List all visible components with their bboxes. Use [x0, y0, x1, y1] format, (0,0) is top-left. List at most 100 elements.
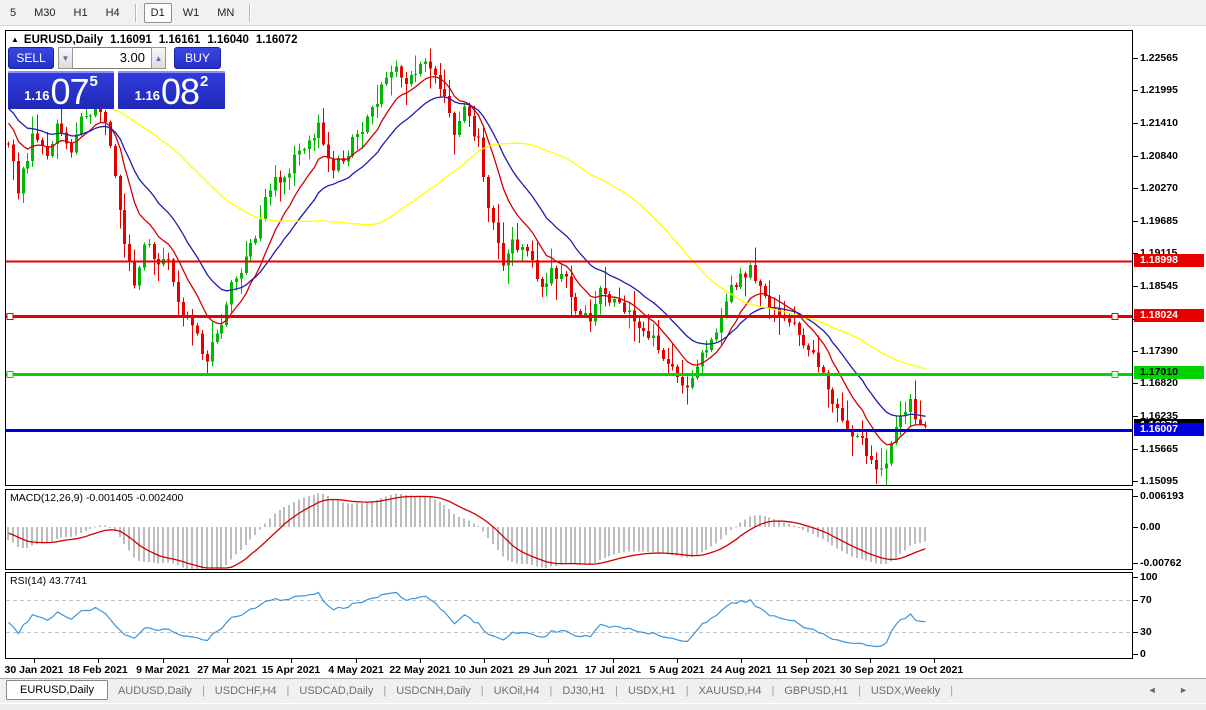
price-axis-label: 100: [1140, 571, 1158, 583]
tab-audusd-daily[interactable]: AUDUSD,Daily: [108, 682, 202, 700]
price-axis-label: 0: [1140, 648, 1146, 660]
date-axis-tick: [420, 659, 421, 663]
hline-price-flag: 1.16007: [1134, 423, 1204, 436]
sell-price-digits: 07: [50, 77, 88, 107]
sell-price-prefix: 1.16: [24, 88, 49, 103]
axis-tick-dash: [1133, 600, 1138, 601]
tab-divider: |: [950, 685, 953, 697]
timeframe-button-m30[interactable]: M30: [27, 3, 62, 23]
axis-tick-dash: [1133, 188, 1138, 189]
price-axis-label: 70: [1140, 594, 1152, 606]
tab-usdcnh-daily[interactable]: USDCNH,Daily: [386, 682, 481, 700]
axis-tick-dash: [1133, 563, 1138, 564]
hline-price-flag: 1.18024: [1134, 309, 1204, 322]
date-axis-tick: [356, 659, 357, 663]
timeframe-button-w1[interactable]: W1: [176, 3, 207, 23]
buy-price-button[interactable]: 1.16 08 2: [118, 71, 225, 109]
date-axis-label: 5 Aug 2021: [640, 664, 714, 676]
date-axis-tick: [870, 659, 871, 663]
tab-usdcad-daily[interactable]: USDCAD,Daily: [289, 682, 383, 700]
volume-increase-button[interactable]: ▲: [151, 47, 166, 69]
price-axis: 1.225651.219951.214101.208401.202701.196…: [1133, 0, 1206, 710]
chart-title: ▲ EURUSD,Daily 1.16091 1.16161 1.16040 1…: [11, 34, 297, 46]
tab-gbpusd-h1[interactable]: GBPUSD,H1: [774, 682, 858, 700]
price-axis-label: -0.00762: [1140, 557, 1181, 569]
date-axis-label: 9 Mar 2021: [126, 664, 200, 676]
axis-tick-dash: [1133, 449, 1138, 450]
date-axis-tick: [677, 659, 678, 663]
volume-input[interactable]: 3.00: [73, 47, 151, 69]
axis-tick-dash: [1133, 527, 1138, 528]
status-bar: [0, 703, 1206, 710]
volume-decrease-button[interactable]: ▼: [58, 47, 73, 69]
date-axis-tick: [741, 659, 742, 663]
rsi-chart-canvas[interactable]: [6, 573, 1132, 658]
date-axis-label: 4 May 2021: [319, 664, 393, 676]
main-chart-pane[interactable]: ▲ EURUSD,Daily 1.16091 1.16161 1.16040 1…: [5, 30, 1133, 486]
date-axis-tick: [484, 659, 485, 663]
rsi-indicator-label: RSI(14) 43.7741: [10, 575, 87, 587]
date-axis-label: 17 Jul 2021: [576, 664, 650, 676]
toolbar-separator: [135, 4, 136, 22]
timeframe-toolbar: 5M30H1H4 D1W1MN: [0, 0, 1206, 26]
macd-indicator-pane[interactable]: MACD(12,26,9) -0.001405 -0.002400: [5, 489, 1133, 570]
timeframe-button-h4[interactable]: H4: [99, 3, 127, 23]
toolbar-separator: [249, 4, 250, 22]
axis-tick-dash: [1133, 496, 1138, 497]
timeframe-button-5[interactable]: 5: [3, 3, 23, 23]
axis-tick-dash: [1133, 383, 1138, 384]
tab-usdchf-h4[interactable]: USDCHF,H4: [205, 682, 287, 700]
hline-price-flag: 1.18998: [1134, 254, 1204, 267]
tab-dj30-h1[interactable]: DJ30,H1: [552, 682, 615, 700]
ohlc-low: 1.16040: [207, 34, 249, 46]
date-axis-tick: [98, 659, 99, 663]
date-axis-label: 22 May 2021: [383, 664, 457, 676]
axis-tick-dash: [1133, 351, 1138, 352]
ohlc-close: 1.16072: [256, 34, 298, 46]
price-axis-label: 1.15095: [1140, 475, 1178, 487]
hline-price-flag: 1.17010: [1134, 366, 1204, 379]
axis-tick-dash: [1133, 58, 1138, 59]
date-axis-tick: [163, 659, 164, 663]
ohlc-open: 1.16091: [110, 34, 152, 46]
timeframe-button-d1[interactable]: D1: [144, 3, 172, 23]
tab-ukoil-h4[interactable]: UKOil,H4: [484, 682, 550, 700]
price-axis-label: 1.21410: [1140, 117, 1178, 129]
axis-tick-dash: [1133, 123, 1138, 124]
date-axis-label: 24 Aug 2021: [704, 664, 778, 676]
axis-tick-dash: [1133, 654, 1138, 655]
buy-price-digits: 08: [161, 77, 199, 107]
tab-usdx-weekly[interactable]: USDX,Weekly: [861, 682, 950, 700]
axis-tick-dash: [1133, 481, 1138, 482]
date-axis-label: 29 Jun 2021: [511, 664, 585, 676]
collapse-panel-icon[interactable]: ▲: [11, 35, 19, 44]
sell-button[interactable]: SELL: [8, 47, 54, 69]
price-axis-label: 1.19685: [1140, 215, 1178, 227]
buy-button[interactable]: BUY: [174, 47, 221, 69]
chart-symbol-label: EURUSD,Daily: [24, 34, 103, 46]
price-axis-label: 1.20270: [1140, 182, 1178, 194]
date-axis-tick: [806, 659, 807, 663]
tab-xauusd-h4[interactable]: XAUUSD,H4: [689, 682, 772, 700]
price-axis-label: 1.15665: [1140, 443, 1178, 455]
tab-eurusd-daily[interactable]: EURUSD,Daily: [6, 680, 108, 700]
date-axis: 30 Jan 202118 Feb 20219 Mar 202127 Mar 2…: [5, 659, 1134, 678]
axis-tick-dash: [1133, 90, 1138, 91]
date-axis-label: 15 Apr 2021: [254, 664, 328, 676]
timeframe-button-h1[interactable]: H1: [67, 3, 95, 23]
timeframe-button-mn[interactable]: MN: [210, 3, 241, 23]
tab-usdx-h1[interactable]: USDX,H1: [618, 682, 686, 700]
date-axis-label: 18 Feb 2021: [61, 664, 135, 676]
date-axis-label: 19 Oct 2021: [897, 664, 971, 676]
price-axis-label: 1.17390: [1140, 345, 1178, 357]
axis-tick-dash: [1133, 221, 1138, 222]
rsi-indicator-pane[interactable]: RSI(14) 43.7741: [5, 572, 1133, 659]
sell-price-pip: 5: [90, 73, 98, 90]
date-axis-label: 11 Sep 2021: [769, 664, 843, 676]
sell-price-button[interactable]: 1.16 07 5: [8, 71, 114, 109]
axis-tick-dash: [1133, 156, 1138, 157]
price-axis-label: 1.16820: [1140, 377, 1178, 389]
date-axis-tick: [227, 659, 228, 663]
chart-tab-bar: EURUSD,DailyAUDUSD,Daily|USDCHF,H4|USDCA…: [0, 678, 1206, 703]
date-axis-tick: [548, 659, 549, 663]
